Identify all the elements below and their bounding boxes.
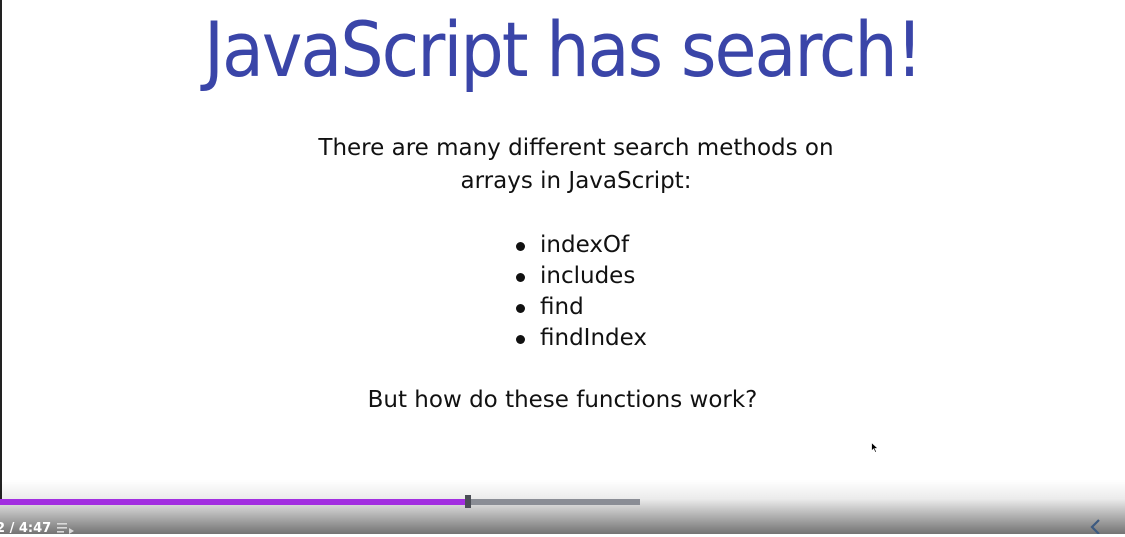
player-controls-overlay <box>0 480 1125 534</box>
list-item-includes: includes <box>515 261 647 292</box>
list-item-label: findIndex <box>540 325 647 351</box>
list-item-label: includes <box>540 263 636 289</box>
list-item-label: indexOf <box>540 232 630 258</box>
bullet-dot <box>516 273 525 282</box>
slide-intro-line-2: arrays in JavaScript: <box>460 168 692 194</box>
presentation-slide: JavaScript has search! There are many di… <box>0 0 1125 500</box>
list-item-label: find <box>540 294 584 320</box>
progress-played <box>0 499 466 505</box>
list-item-indexof: indexOf <box>515 230 647 261</box>
time-display: 2 / 4:47 <box>0 521 52 536</box>
slide-title: JavaScript has search! <box>203 5 923 94</box>
slide-intro-line-1: There are many different search methods … <box>318 135 834 161</box>
bullet-dot <box>516 304 525 313</box>
list-item-findindex: findIndex <box>515 323 647 354</box>
slide-intro: There are many different search methods … <box>300 132 852 198</box>
chevron-left-icon[interactable] <box>1088 518 1104 534</box>
bullet-dot <box>516 335 525 344</box>
slide-question: But how do these functions work? <box>367 387 758 413</box>
progress-scrubber-handle[interactable] <box>465 495 471 508</box>
list-item-find: find <box>515 292 647 323</box>
search-methods-list: indexOf includes find findIndex <box>515 230 647 354</box>
playlist-icon[interactable] <box>57 522 75 534</box>
mouse-cursor-icon <box>871 442 879 453</box>
video-progress-bar[interactable] <box>0 499 640 505</box>
bullet-dot <box>516 242 525 251</box>
